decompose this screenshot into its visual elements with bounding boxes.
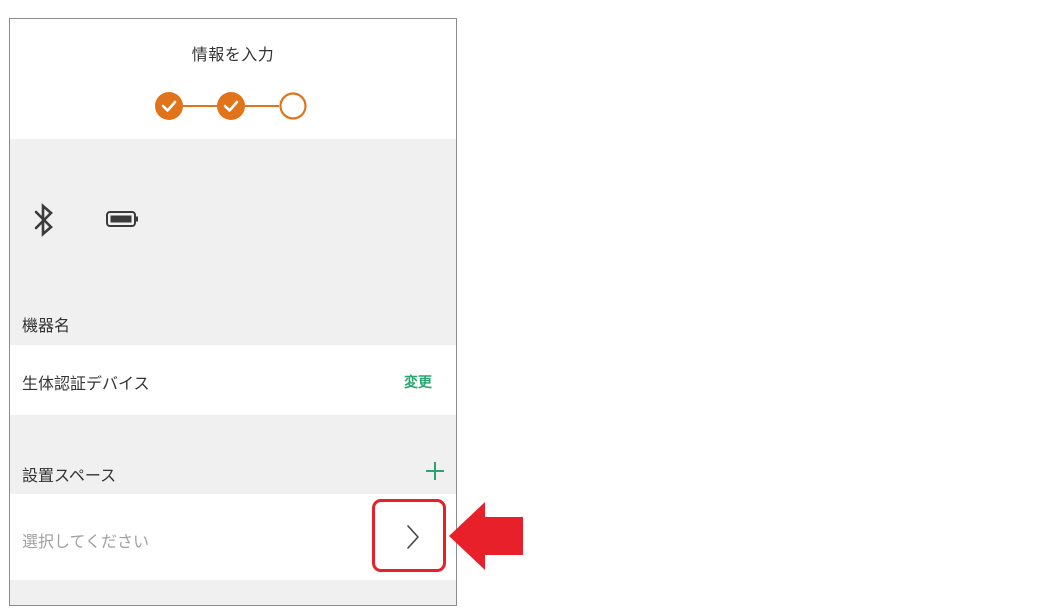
device-name-value: 生体認証デバイス (22, 374, 150, 393)
progress-stepper (155, 92, 307, 120)
step-1-complete-icon (155, 92, 183, 120)
header: 情報を入力 (10, 19, 456, 139)
device-name-row: 生体認証デバイス 変更 (10, 345, 456, 415)
change-name-button[interactable]: 変更 (404, 372, 432, 392)
step-3-current-icon (279, 92, 307, 120)
device-name-section-label: 機器名 (22, 316, 71, 335)
step-2-complete-icon (217, 92, 245, 120)
add-space-plus-icon[interactable] (425, 461, 445, 481)
bluetooth-icon (34, 203, 53, 237)
pointer-arrow-icon (449, 502, 523, 570)
install-space-placeholder: 選択してください (22, 532, 150, 551)
page-title: 情報を入力 (191, 45, 275, 64)
page: 情報を入力 機器名 生体認証デバイス 変更 設置スペース 選択してください (0, 0, 1058, 615)
device-status-area (10, 139, 456, 309)
battery-icon (106, 211, 138, 227)
highlight-box (372, 499, 446, 572)
install-space-section-label: 設置スペース (22, 466, 117, 485)
